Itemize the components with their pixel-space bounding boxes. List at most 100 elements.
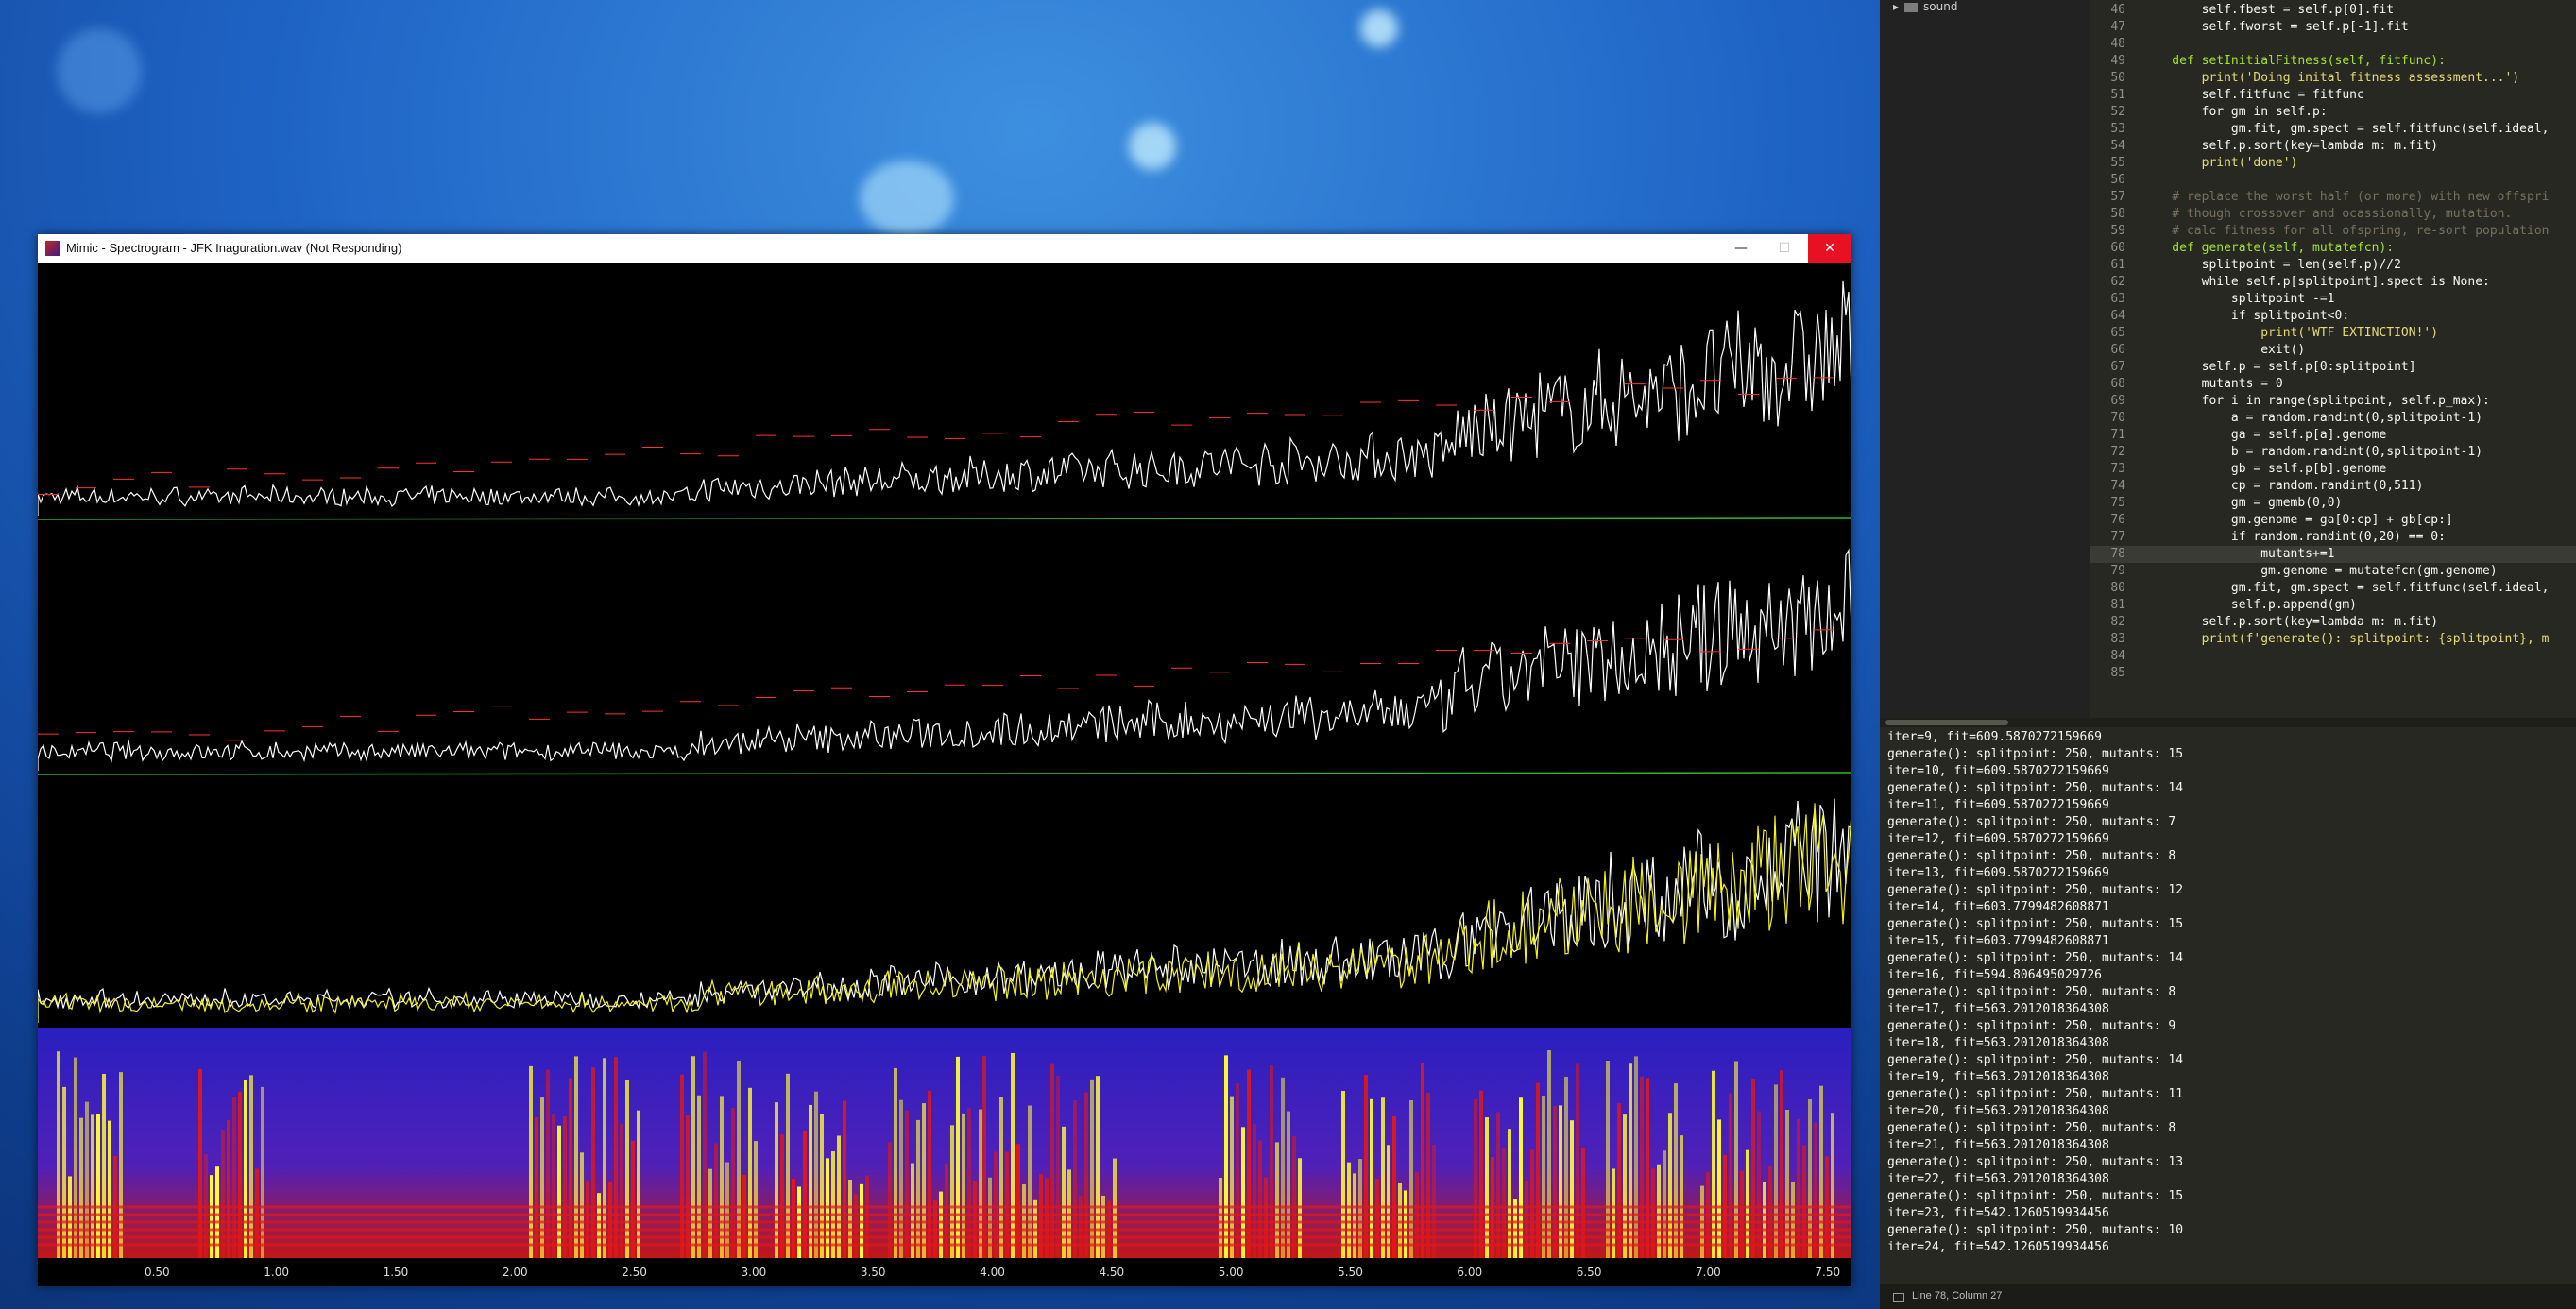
spectrogram-energy (922, 1103, 926, 1258)
spectrogram-energy (714, 1143, 718, 1258)
code-text: gm.fit, gm.spect = self.fitfunc(self.ide… (2142, 122, 2550, 136)
time-tick-label: 4.00 (980, 1266, 1005, 1279)
code-line[interactable]: 77 if random.randint(0,20) == 0: (2090, 529, 2576, 546)
spectrogram-energy (979, 1109, 982, 1258)
code-text: # replace the worst half (or more) with … (2142, 190, 2550, 204)
minimize-button[interactable]: — (1719, 234, 1763, 263)
spectrogram-energy (956, 1056, 960, 1258)
spectrogram-energy (574, 1056, 578, 1258)
line-number: 70 (2110, 411, 2125, 425)
maximize-button[interactable]: ☐ (1763, 234, 1806, 263)
time-tick-label: 7.00 (1696, 1266, 1721, 1279)
code-line[interactable]: 47 self.fworst = self.p[-1].fit (2090, 19, 2576, 36)
code-line[interactable]: 62 while self.p[splitpoint].spect is Non… (2090, 274, 2576, 291)
code-line[interactable]: 74 cp = random.randint(0,511) (2090, 478, 2576, 495)
threshold-line (38, 517, 1851, 520)
code-line[interactable]: 53 gm.fit, gm.spect = self.fitfunc(self.… (2090, 121, 2576, 138)
spectrogram-energy (1674, 1083, 1678, 1258)
time-tick-label: 3.50 (860, 1266, 886, 1279)
console-line: generate(): splitpoint: 250, mutants: 14 (1887, 1053, 2184, 1067)
code-text: if random.randint(0,20) == 0: (2142, 530, 2446, 544)
code-text: splitpoint = len(self.p)//2 (2142, 258, 2401, 272)
horizontal-scrollbar[interactable] (1880, 718, 2576, 727)
code-line[interactable]: 66 exit() (2090, 342, 2576, 359)
spectrogram-energy (540, 1097, 544, 1258)
spectrogram-energy (814, 1091, 818, 1258)
spectrogram-energy (1381, 1097, 1385, 1258)
code-line[interactable]: 84 (2090, 648, 2576, 665)
code-line[interactable]: 69 for i in range(splitpoint, self.p_max… (2090, 393, 2576, 410)
code-line[interactable]: 72 b = random.randint(0,splitpoint-1) (2090, 444, 2576, 461)
console-line: iter=10, fit=609.5870272159669 (1887, 764, 2109, 778)
code-line[interactable]: 56 (2090, 172, 2576, 189)
spectrogram-energy (691, 1056, 695, 1258)
code-text: self.fworst = self.p[-1].fit (2142, 20, 2409, 34)
time-tick-label: 1.50 (383, 1266, 409, 1279)
code-line[interactable]: 75 gm = gmemb(0,0) (2090, 495, 2576, 512)
spectrogram-energy (1474, 1098, 1477, 1258)
code-line[interactable]: 63 splitpoint -=1 (2090, 291, 2576, 308)
code-line[interactable]: 67 self.p = self.p[0:splitpoint] (2090, 359, 2576, 376)
console-line: iter=20, fit=563.2012018364308 (1887, 1104, 2109, 1118)
code-line[interactable]: 54 self.p.sort(key=lambda m: m.fit) (2090, 138, 2576, 155)
window-titlebar[interactable]: Mimic - Spectrogram - JFK Inaguration.wa… (38, 234, 1851, 264)
code-line[interactable]: 52 for gm in self.p: (2090, 104, 2576, 121)
code-line[interactable]: 81 self.p.append(gm) (2090, 597, 2576, 614)
code-line[interactable]: 49 def setInitialFitness(self, fitfunc): (2090, 53, 2576, 70)
code-line[interactable]: 65 print('WTF EXTINCTION!') (2090, 325, 2576, 342)
code-line[interactable]: 83 print(f'generate(): splitpoint: {spli… (2090, 631, 2576, 648)
spectrogram-energy (1663, 1150, 1666, 1258)
code-line[interactable]: 78 mutants+=1 (2090, 546, 2576, 563)
code-text: self.fitfunc = fitfunc (2142, 88, 2364, 102)
spectrogram-energy (1502, 1148, 1506, 1258)
code-line[interactable]: 58 # though crossover and ocassionally, … (2090, 206, 2576, 223)
output-console[interactable]: iter=9, fit=609.5870272159669 generate():… (1880, 729, 2576, 1284)
spectrogram-energy (1090, 1079, 1094, 1258)
spectrogram-energy (1774, 1084, 1778, 1258)
spectrogram-energy (1634, 1056, 1638, 1258)
code-line[interactable]: 73 gb = self.p[b].genome (2090, 461, 2576, 478)
code-line[interactable]: 79 gm.genome = mutatefcn(gm.genome) (2090, 563, 2576, 580)
code-line[interactable]: 57 # replace the worst half (or more) wi… (2090, 189, 2576, 206)
code-line[interactable]: 51 self.fitfunc = fitfunc (2090, 87, 2576, 104)
code-text: gm = gmemb(0,0) (2142, 496, 2343, 510)
code-line[interactable]: 70 a = random.randint(0,splitpoint-1) (2090, 410, 2576, 427)
wallpaper-light (1129, 123, 1176, 170)
panel-toggle-icon[interactable] (1893, 1293, 1904, 1302)
code-line[interactable]: 68 mutants = 0 (2090, 376, 2576, 393)
spectrogram-energy (1525, 1180, 1528, 1258)
code-line[interactable]: 48 (2090, 36, 2576, 53)
sidebar-folder-sound[interactable]: ▸ sound (1893, 0, 1957, 13)
code-line[interactable]: 46 self.fbest = self.p[0].fit (2090, 2, 2576, 19)
code-line[interactable]: 80 gm.fit, gm.spect = self.fitfunc(self.… (2090, 580, 2576, 597)
code-line[interactable]: 55 print('done') (2090, 155, 2576, 172)
line-number: 48 (2110, 37, 2125, 51)
spectrogram-energy (1230, 1096, 1234, 1258)
code-line[interactable]: 60 def generate(self, mutatefcn): (2090, 240, 2576, 257)
status-bar: Line 78, Column 27 (1880, 1284, 2576, 1309)
code-line[interactable]: 71 ga = self.p[a].genome (2090, 427, 2576, 444)
spectrogram-view[interactable]: 0.50 1.00 1.50 2.00 2.50 3.00 3.50 4.00 4.50 5.00… (38, 263, 1851, 1286)
console-line: generate(): splitpoint: 250, mutants: 14 (1887, 951, 2184, 965)
spectrogram-energy (1581, 1148, 1585, 1258)
code-line[interactable]: 85 (2090, 665, 2576, 682)
spectrogram-energy (928, 1090, 931, 1258)
waveform-trace (38, 798, 1851, 1018)
spectrogram-energy (1387, 1145, 1390, 1258)
code-line[interactable]: 82 self.p.sort(key=lambda m: m.fit) (2090, 614, 2576, 631)
code-line[interactable]: 76 gm.genome = ga[0:cp] + gb[cp:] (2090, 512, 2576, 529)
spectrogram-energy (1785, 1110, 1789, 1258)
code-line[interactable]: 59 # calc fitness for all ofspring, re-s… (2090, 223, 2576, 240)
spectrogram-energy (982, 1056, 986, 1258)
code-line[interactable]: 50 print('Doing inital fitness assessmen… (2090, 70, 2576, 87)
code-line[interactable]: 64 if splitpoint<0: (2090, 308, 2576, 325)
code-line[interactable]: 61 splitpoint = len(self.p)//2 (2090, 257, 2576, 274)
code-editor[interactable]: 46 self.fbest = self.p[0].fit 47 self.fwo… (2090, 0, 2576, 718)
code-text: a = random.randint(0,splitpoint-1) (2142, 411, 2483, 425)
close-button[interactable]: ✕ (1808, 234, 1851, 263)
spectrogram-energy (754, 1141, 758, 1258)
spectrogram-energy (1358, 1159, 1362, 1258)
console-line: iter=24, fit=542.1260519934456 (1887, 1240, 2109, 1254)
scrollbar-thumb[interactable] (1885, 720, 2008, 725)
line-number: 50 (2110, 71, 2125, 85)
